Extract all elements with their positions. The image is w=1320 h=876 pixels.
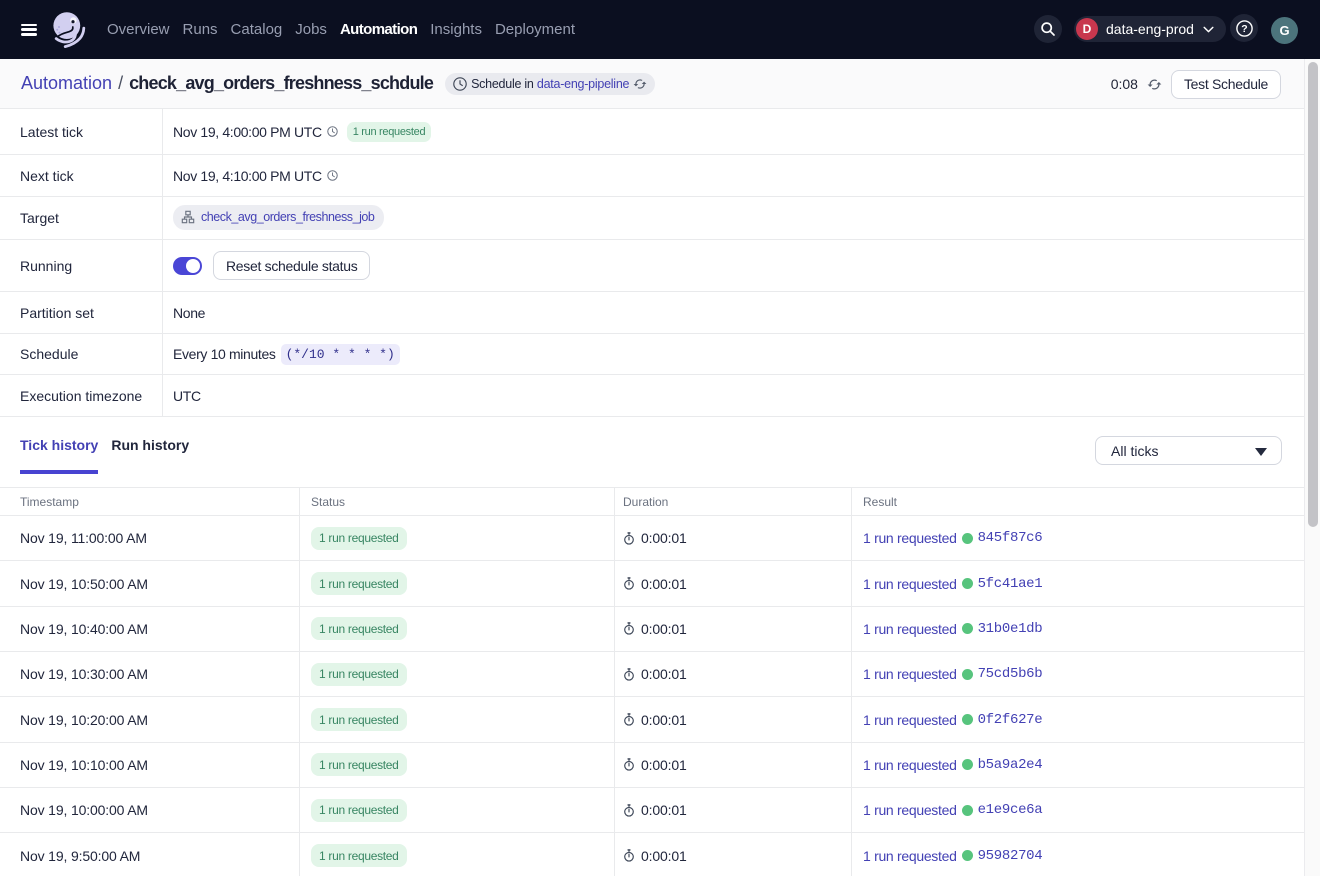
svg-text:?: ?	[1241, 23, 1247, 35]
